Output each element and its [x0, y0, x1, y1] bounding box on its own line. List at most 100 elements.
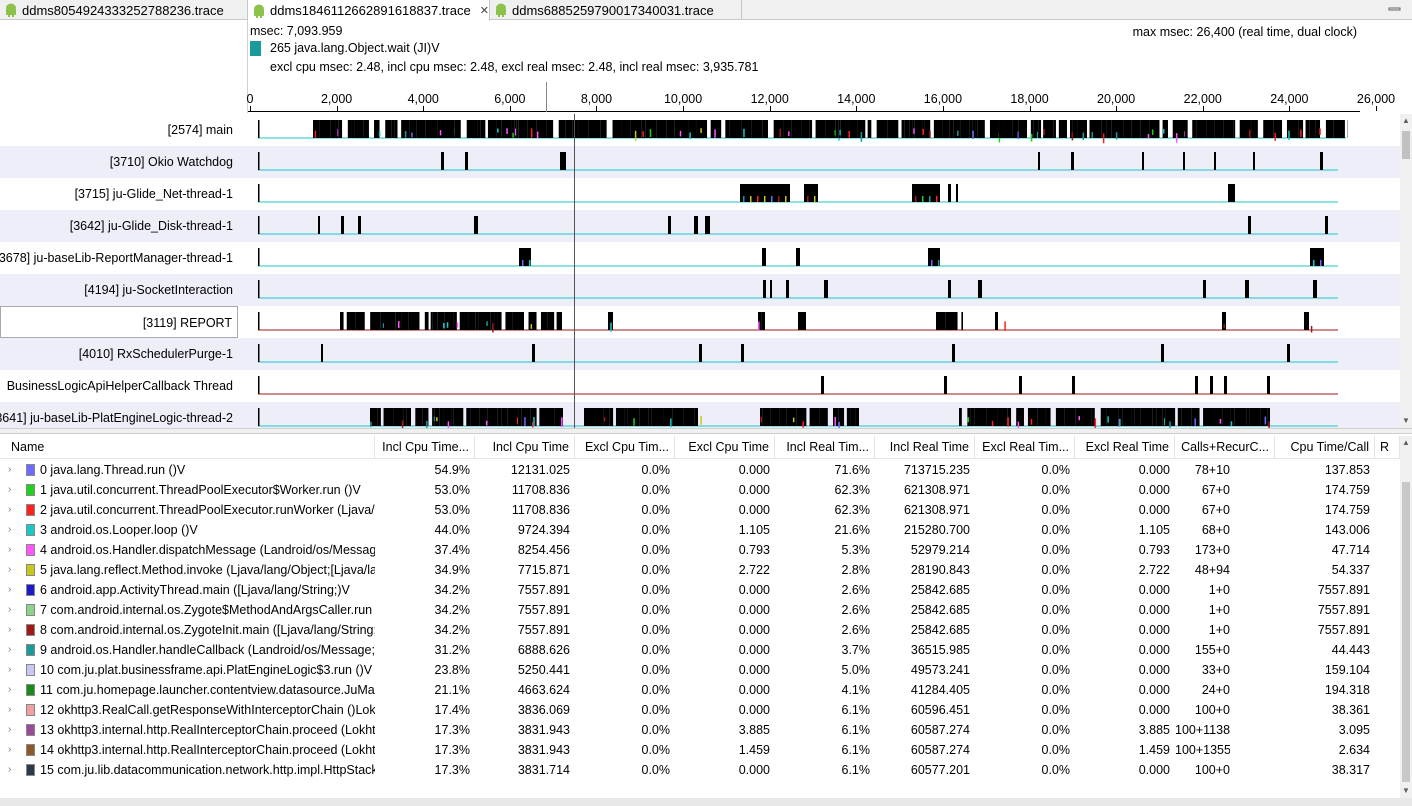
- minimize-icon[interactable]: [1388, 3, 1402, 15]
- scroll-down-icon[interactable]: ▼: [1402, 787, 1410, 795]
- table-row[interactable]: › 8 com.android.internal.os.ZygoteInit.ma…: [0, 620, 1400, 640]
- thread-timeline[interactable]: [2574] main [3710] Okio Watchdog [3715] ju…: [0, 114, 1400, 428]
- column-header[interactable]: Incl Real Time: [875, 436, 975, 458]
- scroll-up-icon[interactable]: ▲: [1402, 117, 1410, 125]
- expand-chevron-icon[interactable]: ›: [8, 520, 11, 540]
- value-cell: 0.000: [1138, 703, 1170, 717]
- column-header[interactable]: Name: [0, 436, 375, 458]
- method-name-cell[interactable]: › 10 com.ju.plat.businessframe.api.PlatEn…: [0, 660, 375, 680]
- method-name-cell[interactable]: › 2 java.util.concurrent.ThreadPoolExecut…: [0, 500, 375, 520]
- table-row[interactable]: › 3 android.os.Looper.loop ()V 44.0% 9724.3…: [0, 520, 1400, 540]
- thread-activity-bar[interactable]: [258, 310, 1348, 336]
- thread-activity-bar[interactable]: [258, 246, 1348, 272]
- table-row[interactable]: › 10 com.ju.plat.businessframe.api.PlatEn…: [0, 660, 1400, 680]
- thread-row[interactable]: [3642] ju-Glide_Disk-thread-1: [0, 210, 1400, 242]
- timeline-scrollbar[interactable]: ▲ ▼: [1400, 114, 1412, 428]
- pane-splitter[interactable]: [0, 428, 1412, 434]
- scroll-thumb[interactable]: [1402, 131, 1410, 159]
- expand-chevron-icon[interactable]: ›: [8, 620, 11, 640]
- thread-row[interactable]: [3715] ju-Glide_Net-thread-1: [0, 178, 1400, 210]
- thread-row[interactable]: [4010] RxSchedulerPurge-1: [0, 338, 1400, 370]
- table-row[interactable]: › 11 com.ju.homepage.launcher.contentview…: [0, 680, 1400, 700]
- thread-activity-bar[interactable]: [258, 214, 1348, 240]
- column-header[interactable]: Excl Cpu Time: [675, 436, 775, 458]
- table-row[interactable]: › 5 java.lang.reflect.Method.invoke (Ljav…: [0, 560, 1400, 580]
- method-name-cell[interactable]: › 5 java.lang.reflect.Method.invoke (Ljav…: [0, 560, 375, 580]
- expand-chevron-icon[interactable]: ›: [8, 740, 11, 760]
- thread-activity-bar[interactable]: [258, 342, 1348, 368]
- column-header[interactable]: Incl Real Tim...: [775, 436, 875, 458]
- expand-chevron-icon[interactable]: ›: [8, 460, 11, 480]
- method-name-cell[interactable]: › 11 com.ju.homepage.launcher.contentview…: [0, 680, 375, 700]
- thread-activity-bar[interactable]: [258, 278, 1348, 304]
- table-row[interactable]: › 14 okhttp3.internal.http.RealIntercepto…: [0, 740, 1400, 760]
- column-header[interactable]: Cpu Time/Call: [1275, 436, 1375, 458]
- thread-activity-bar[interactable]: [258, 150, 1348, 176]
- thread-row[interactable]: [4194] ju-SocketInteraction: [0, 274, 1400, 306]
- method-name-cell[interactable]: › 15 com.ju.lib.datacommunication.network…: [0, 760, 375, 780]
- table-row[interactable]: › 9 android.os.Handler.handleCallback (La…: [0, 640, 1400, 660]
- expand-chevron-icon[interactable]: ›: [8, 500, 11, 520]
- method-name-cell[interactable]: › 7 com.android.internal.os.Zygote$Method…: [0, 600, 375, 620]
- tab-trace-3[interactable]: ddms6885259790017340031.trace: [490, 0, 742, 20]
- tab-trace-1[interactable]: ddms8054924333252788236.trace: [0, 0, 248, 20]
- thread-row[interactable]: [2574] main: [0, 114, 1400, 146]
- profile-table[interactable]: Name Incl Cpu Time... Incl Cpu Time Excl Cp…: [0, 436, 1400, 798]
- expand-chevron-icon[interactable]: ›: [8, 600, 11, 620]
- column-header[interactable]: Excl Real Time: [1075, 436, 1175, 458]
- table-row[interactable]: › 4 android.os.Handler.dispatchMessage (L…: [0, 540, 1400, 560]
- thread-activity-bar[interactable]: [258, 406, 1348, 428]
- table-row[interactable]: › 2 java.util.concurrent.ThreadPoolExecut…: [0, 500, 1400, 520]
- method-mark: [929, 196, 931, 202]
- column-header[interactable]: Calls+RecurC...: [1175, 436, 1275, 458]
- thread-row[interactable]: [3119] REPORT: [0, 306, 1400, 338]
- table-scrollbar[interactable]: ▲ ▼: [1400, 436, 1412, 798]
- method-mark: [1223, 324, 1225, 329]
- expand-chevron-icon[interactable]: ›: [8, 700, 11, 720]
- scroll-down-icon[interactable]: ▼: [1402, 417, 1410, 425]
- method-name-cell[interactable]: › 9 android.os.Handler.handleCallback (La…: [0, 640, 375, 660]
- expand-chevron-icon[interactable]: ›: [8, 720, 11, 740]
- close-icon[interactable]: ✕: [480, 4, 489, 17]
- method-name-cell[interactable]: › 14 okhttp3.internal.http.RealIntercepto…: [0, 740, 375, 760]
- thread-activity-bar[interactable]: [258, 374, 1348, 400]
- expand-chevron-icon[interactable]: ›: [8, 640, 11, 660]
- thread-row[interactable]: [3710] Okio Watchdog: [0, 146, 1400, 178]
- scroll-up-icon[interactable]: ▲: [1402, 439, 1410, 447]
- column-header[interactable]: Incl Cpu Time: [475, 436, 575, 458]
- expand-chevron-icon[interactable]: ›: [8, 480, 11, 500]
- method-name-cell[interactable]: › 6 android.app.ActivityThread.main ([Lja…: [0, 580, 375, 600]
- column-header[interactable]: Excl Cpu Tim...: [575, 436, 675, 458]
- column-header[interactable]: Excl Real Tim...: [975, 436, 1075, 458]
- expand-chevron-icon[interactable]: ›: [8, 580, 11, 600]
- tab-trace-2[interactable]: ddms1846112662891618837.trace ✕: [248, 0, 490, 21]
- table-row[interactable]: › 15 com.ju.lib.datacommunication.network…: [0, 760, 1400, 780]
- thread-activity-bar[interactable]: [258, 118, 1348, 144]
- table-row[interactable]: › 7 com.android.internal.os.Zygote$Method…: [0, 600, 1400, 620]
- expand-chevron-icon[interactable]: ›: [8, 760, 11, 780]
- table-row[interactable]: › 12 okhttp3.RealCall.getResponseWithInte…: [0, 700, 1400, 720]
- thread-row[interactable]: [3641] ju-baseLib-PlatEngineLogic-thread…: [0, 402, 1400, 428]
- table-row[interactable]: › 6 android.app.ActivityThread.main ([Lja…: [0, 580, 1400, 600]
- expand-chevron-icon[interactable]: ›: [8, 540, 11, 560]
- table-row[interactable]: › 1 java.util.concurrent.ThreadPoolExecut…: [0, 480, 1400, 500]
- method-name-cell[interactable]: › 4 android.os.Handler.dispatchMessage (L…: [0, 540, 375, 560]
- column-header[interactable]: R: [1375, 436, 1400, 458]
- table-hscrollbar[interactable]: [0, 798, 1412, 806]
- expand-chevron-icon[interactable]: ›: [8, 680, 11, 700]
- method-name-cell[interactable]: › 13 okhttp3.internal.http.RealIntercepto…: [0, 720, 375, 740]
- scroll-thumb[interactable]: [1402, 482, 1410, 782]
- method-name-cell[interactable]: › 1 java.util.concurrent.ThreadPoolExecut…: [0, 480, 375, 500]
- thread-activity-bar[interactable]: [258, 182, 1348, 208]
- expand-chevron-icon[interactable]: ›: [8, 660, 11, 680]
- method-name-cell[interactable]: › 0 java.lang.Thread.run ()V: [0, 460, 375, 480]
- expand-chevron-icon[interactable]: ›: [8, 560, 11, 580]
- method-name-cell[interactable]: › 12 okhttp3.RealCall.getResponseWithInte…: [0, 700, 375, 720]
- method-name-cell[interactable]: › 3 android.os.Looper.loop ()V: [0, 520, 375, 540]
- thread-row[interactable]: [3678] ju-baseLib-ReportManager-thread-1: [0, 242, 1400, 274]
- column-header[interactable]: Incl Cpu Time...: [375, 436, 475, 458]
- method-name-cell[interactable]: › 8 com.android.internal.os.ZygoteInit.ma…: [0, 620, 375, 640]
- table-row[interactable]: › 13 okhttp3.internal.http.RealIntercepto…: [0, 720, 1400, 740]
- table-row[interactable]: › 0 java.lang.Thread.run ()V 54.9% 12131.02…: [0, 460, 1400, 480]
- thread-row[interactable]: BusinessLogicApiHelperCallback Thread: [0, 370, 1400, 402]
